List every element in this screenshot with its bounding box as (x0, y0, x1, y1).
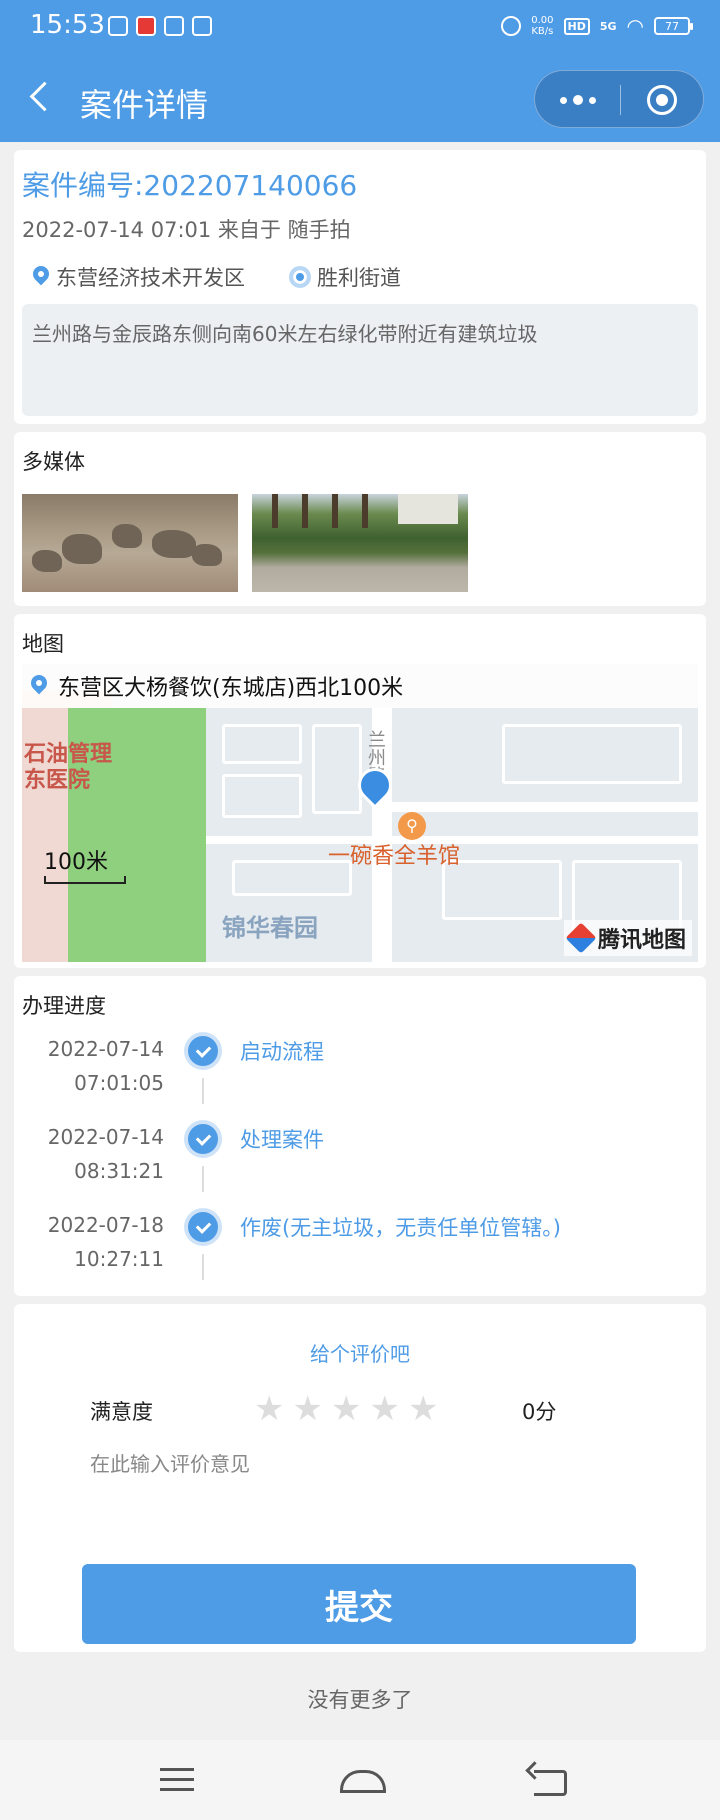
street-tag: 胜利街道 (289, 262, 401, 292)
target-circle-icon[interactable] (647, 85, 677, 115)
map-label-hospital: 石油管理 东医院 (24, 742, 113, 793)
step-datetime: 2022-07-14 08:31:21 (44, 1120, 164, 1188)
net-speed-unit: KB/s (531, 26, 554, 37)
comment-input[interactable] (90, 1452, 650, 1476)
hd-icon: HD (563, 17, 590, 35)
map-address: 东营区大杨餐饮(东城店)西北100米 (58, 676, 404, 701)
radio-location-icon (289, 266, 311, 288)
star-icon[interactable]: ★ (331, 1392, 361, 1426)
map-provider-logo: 腾讯地图 (563, 920, 692, 956)
step-label: 处理案件 (240, 1128, 324, 1152)
step-datetime: 2022-07-18 10:27:11 (44, 1208, 164, 1276)
star-icon[interactable]: ★ (292, 1392, 322, 1426)
step-date: 2022-07-18 (47, 1213, 164, 1237)
star-icon[interactable]: ★ (408, 1392, 438, 1426)
check-circle-icon (188, 1036, 218, 1066)
menu-icon[interactable] (160, 1762, 200, 1798)
step-connector (202, 1166, 204, 1192)
step-time: 10:27:11 (74, 1247, 164, 1271)
step-datetime: 2022-07-14 07:01:05 (44, 1032, 164, 1100)
street-label: 胜利街道 (317, 266, 401, 290)
map-scale-bar (44, 876, 126, 884)
progress-title: 办理进度 (22, 994, 106, 1018)
map-card: 地图 东营区大杨餐饮(东城店)西北100米 石油管理 东医院 兰州路 ⚲ 一碗香… (14, 614, 706, 968)
case-info-card: 案件编号:202207140066 2022-07-14 07:01 来自于 随… (14, 150, 706, 424)
net-speed: 0.00 KB/s (531, 15, 553, 37)
media-photo[interactable] (252, 494, 468, 592)
progress-step: 2022-07-14 08:31:21 处理案件 (14, 1120, 706, 1208)
mini-program-capsule (534, 70, 704, 128)
rating-card: 给个评价吧 满意度 ★ ★ ★ ★ ★ 0分 提交 (14, 1304, 706, 1652)
location-pin-icon (32, 266, 50, 288)
location-pin-icon (30, 675, 48, 697)
back-icon[interactable] (528, 1762, 568, 1798)
media-card: 多媒体 (14, 432, 706, 606)
case-number: 案件编号:202207140066 (22, 169, 358, 202)
tencent-map-icon (565, 922, 597, 954)
status-bar: 15:53 0.00 KB/s HD 5G ◠ 77 (0, 0, 720, 56)
app-notification-icon (136, 16, 156, 36)
progress-step: 2022-07-18 10:27:11 作废(无主垃圾，无责任单位管辖。) (14, 1208, 706, 1296)
map-label-community: 锦华春园 (222, 914, 318, 942)
case-meta: 2022-07-14 07:01 来自于 随手拍 (22, 218, 351, 242)
app-notification-icon (192, 16, 212, 36)
check-circle-icon (188, 1212, 218, 1242)
app-notification-icon (164, 16, 184, 36)
rating-title: 给个评价吧 (310, 1342, 410, 1366)
net-speed-value: 0.00 (531, 15, 554, 26)
navigation-bar: 案件详情 (0, 56, 720, 142)
location-row: 东营经济技术开发区 胜利街道 (32, 262, 401, 292)
district-label: 东营经济技术开发区 (56, 266, 245, 290)
battery-icon: 77 (654, 17, 693, 35)
star-icon[interactable]: ★ (369, 1392, 399, 1426)
restaurant-icon: ⚲ (398, 812, 426, 840)
satisfaction-label: 满意度 (90, 1400, 153, 1424)
step-time: 07:01:05 (74, 1071, 164, 1095)
wifi-icon: ◠ (626, 14, 644, 38)
alarm-icon (501, 16, 522, 36)
app-notification-icon (108, 16, 128, 36)
more-dots-icon[interactable] (535, 71, 620, 129)
step-label: 作废(无主垃圾，无责任单位管辖。) (240, 1216, 561, 1240)
progress-step: 2022-07-14 07:01:05 启动流程 (14, 1032, 706, 1120)
star-rating[interactable]: ★ ★ ★ ★ ★ (254, 1392, 438, 1426)
chevron-left-icon[interactable] (24, 76, 64, 116)
star-icon[interactable]: ★ (254, 1392, 284, 1426)
rating-score: 0分 (522, 1400, 557, 1424)
map-title: 地图 (22, 632, 64, 656)
step-date: 2022-07-14 (47, 1125, 164, 1149)
signal-icon: 5G (599, 19, 617, 33)
step-connector (202, 1254, 204, 1280)
map-label-restaurant: 一碗香全羊馆 (328, 844, 461, 869)
step-time: 08:31:21 (74, 1159, 164, 1183)
map-address-bar: 东营区大杨餐饮(东城店)西北100米 (22, 664, 698, 708)
step-label: 启动流程 (240, 1040, 324, 1064)
capsule-divider (620, 85, 621, 115)
no-more-text: 没有更多了 (307, 1688, 413, 1712)
notification-icons (108, 16, 212, 36)
check-circle-icon (188, 1124, 218, 1154)
progress-card: 办理进度 2022-07-14 07:01:05 启动流程 2022-07-14… (14, 976, 706, 1296)
map-provider-name: 腾讯地图 (597, 928, 686, 953)
map-view[interactable]: 东营区大杨餐饮(东城店)西北100米 石油管理 东医院 兰州路 ⚲ 一碗香全羊馆… (22, 664, 698, 962)
home-icon[interactable] (336, 1762, 386, 1798)
media-title: 多媒体 (22, 450, 85, 474)
case-description: 兰州路与金辰路东侧向南60米左右绿化带附近有建筑垃圾 (22, 304, 698, 416)
status-icons: 0.00 KB/s HD 5G ◠ 77 (501, 14, 693, 38)
submit-button[interactable]: 提交 (82, 1564, 636, 1644)
step-connector (202, 1078, 204, 1104)
page-title: 案件详情 (80, 86, 209, 124)
step-date: 2022-07-14 (47, 1037, 164, 1061)
district-tag: 东营经济技术开发区 (32, 262, 245, 292)
map-scale-label: 100米 (44, 850, 108, 875)
system-navigation-bar (0, 1740, 720, 1820)
media-photo[interactable] (22, 494, 238, 592)
status-time: 15:53 (30, 10, 105, 40)
